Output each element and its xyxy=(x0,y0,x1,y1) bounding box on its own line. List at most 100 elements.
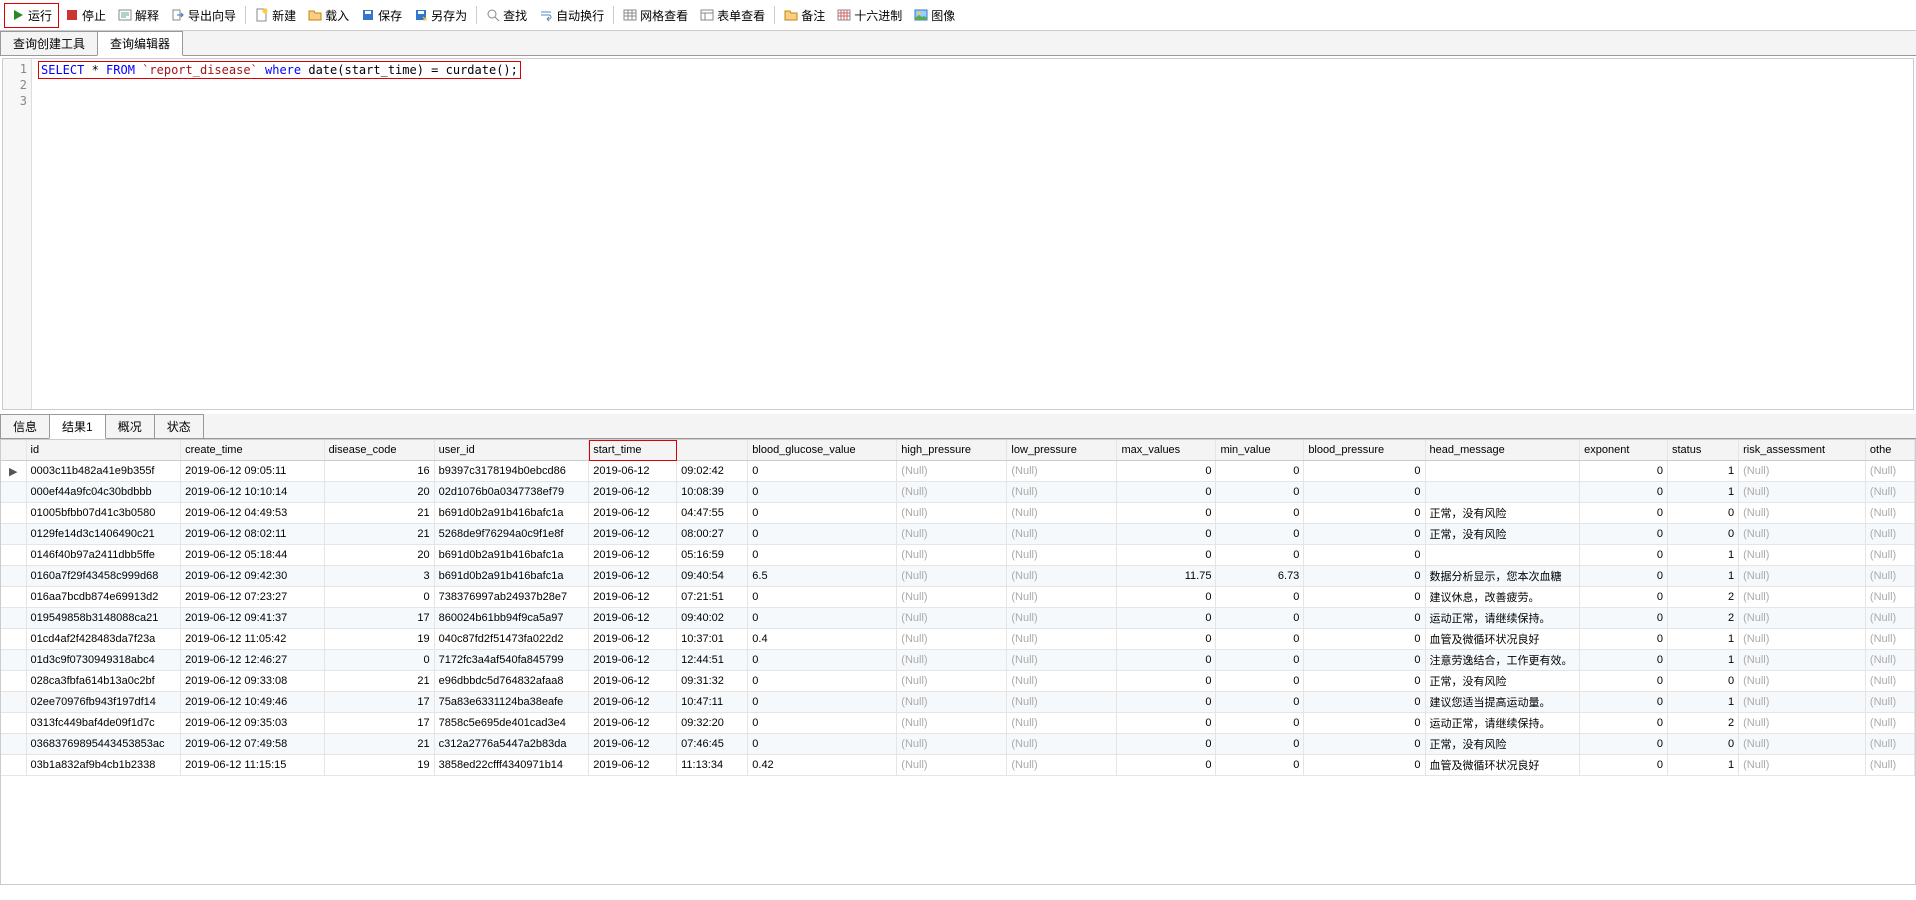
stop-button[interactable]: 停止 xyxy=(59,4,112,27)
cell-rowmark[interactable]: 05:16:59 xyxy=(677,545,748,566)
cell-status[interactable]: 1 xyxy=(1667,482,1738,503)
explain-button[interactable]: 解释 xyxy=(112,4,165,27)
cell-risk_assessment[interactable]: (Null) xyxy=(1739,503,1866,524)
cell-max_values[interactable]: 0 xyxy=(1117,713,1216,734)
new-button[interactable]: 新建 xyxy=(249,4,302,27)
cell-start_time[interactable]: 2019-06-12 xyxy=(589,461,677,482)
col-high_pressure[interactable]: high_pressure xyxy=(897,440,1007,461)
cell-rowmark[interactable] xyxy=(1,524,26,545)
cell-user_id[interactable]: 040c87fd2f51473fa022d2 xyxy=(434,629,589,650)
cell-max_values[interactable]: 0 xyxy=(1117,671,1216,692)
tab-result1[interactable]: 结果1 xyxy=(49,414,106,439)
cell-high_pressure[interactable]: (Null) xyxy=(897,566,1007,587)
notes-button[interactable]: 备注 xyxy=(778,4,831,27)
cell-risk_assessment[interactable]: (Null) xyxy=(1739,545,1866,566)
cell-status[interactable]: 2 xyxy=(1667,587,1738,608)
cell-high_pressure[interactable]: (Null) xyxy=(897,608,1007,629)
cell-create_time[interactable]: 2019-06-12 11:05:42 xyxy=(181,629,324,650)
cell-high_pressure[interactable]: (Null) xyxy=(897,545,1007,566)
cell-rowmark[interactable]: 12:44:51 xyxy=(677,650,748,671)
cell-rowmark[interactable] xyxy=(1,608,26,629)
cell-disease_code[interactable]: 16 xyxy=(324,461,434,482)
export-button[interactable]: 导出向导 xyxy=(165,4,242,27)
result-grid-wrap[interactable]: idcreate_timedisease_codeuser_idstart_ti… xyxy=(0,439,1916,885)
cell-create_time[interactable]: 2019-06-12 05:18:44 xyxy=(181,545,324,566)
cell-disease_code[interactable]: 20 xyxy=(324,482,434,503)
cell-status[interactable]: 1 xyxy=(1667,461,1738,482)
cell-rowmark[interactable] xyxy=(1,692,26,713)
cell-id[interactable]: 0146f40b97a2411dbb5ffe xyxy=(26,545,181,566)
find-button[interactable]: 查找 xyxy=(480,4,533,27)
cell-id[interactable]: 016aa7bcdb874e69913d2 xyxy=(26,587,181,608)
cell-high_pressure[interactable]: (Null) xyxy=(897,734,1007,755)
cell-max_values[interactable]: 0 xyxy=(1117,692,1216,713)
tab-query-editor[interactable]: 查询编辑器 xyxy=(97,31,183,56)
cell-blood_pressure[interactable]: 0 xyxy=(1304,629,1425,650)
cell-max_values[interactable]: 0 xyxy=(1117,524,1216,545)
col-exponent[interactable]: exponent xyxy=(1580,440,1668,461)
cell-risk_assessment[interactable]: (Null) xyxy=(1739,461,1866,482)
cell-create_time[interactable]: 2019-06-12 08:02:11 xyxy=(181,524,324,545)
cell-blood_glucose_value[interactable]: 0.42 xyxy=(748,755,897,776)
cell-head_message[interactable]: 正常，没有风险 xyxy=(1425,524,1580,545)
cell-othe[interactable]: (Null) xyxy=(1865,524,1914,545)
cell-exponent[interactable]: 0 xyxy=(1580,671,1668,692)
cell-blood_glucose_value[interactable]: 0 xyxy=(748,524,897,545)
cell-othe[interactable]: (Null) xyxy=(1865,671,1914,692)
cell-rowmark[interactable]: 04:47:55 xyxy=(677,503,748,524)
cell-head_message[interactable]: 数据分析显示，您本次血糖 xyxy=(1425,566,1580,587)
cell-othe[interactable]: (Null) xyxy=(1865,713,1914,734)
cell-status[interactable]: 0 xyxy=(1667,734,1738,755)
cell-user_id[interactable]: b691d0b2a91b416bafc1a xyxy=(434,545,589,566)
tab-info[interactable]: 信息 xyxy=(0,414,50,438)
cell-blood_glucose_value[interactable]: 0.4 xyxy=(748,629,897,650)
cell-user_id[interactable]: 75a83e6331124ba38eafe xyxy=(434,692,589,713)
cell-start_time[interactable]: 2019-06-12 xyxy=(589,650,677,671)
cell-max_values[interactable]: 0 xyxy=(1117,545,1216,566)
cell-othe[interactable]: (Null) xyxy=(1865,461,1914,482)
table-row[interactable]: 0146f40b97a2411dbb5ffe2019-06-12 05:18:4… xyxy=(1,545,1915,566)
table-row[interactable]: 016aa7bcdb874e69913d22019-06-12 07:23:27… xyxy=(1,587,1915,608)
cell-min_value[interactable]: 0 xyxy=(1216,503,1304,524)
cell-low_pressure[interactable]: (Null) xyxy=(1007,524,1117,545)
cell-head_message[interactable] xyxy=(1425,482,1580,503)
cell-status[interactable]: 1 xyxy=(1667,692,1738,713)
cell-blood_glucose_value[interactable]: 0 xyxy=(748,503,897,524)
cell-rowmark[interactable]: 09:02:42 xyxy=(677,461,748,482)
cell-risk_assessment[interactable]: (Null) xyxy=(1739,608,1866,629)
cell-rowmark[interactable]: 09:31:32 xyxy=(677,671,748,692)
cell-disease_code[interactable]: 0 xyxy=(324,587,434,608)
cell-rowmark[interactable]: 07:21:51 xyxy=(677,587,748,608)
cell-low_pressure[interactable]: (Null) xyxy=(1007,692,1117,713)
cell-blood_glucose_value[interactable]: 0 xyxy=(748,587,897,608)
cell-disease_code[interactable]: 3 xyxy=(324,566,434,587)
cell-create_time[interactable]: 2019-06-12 04:49:53 xyxy=(181,503,324,524)
cell-blood_pressure[interactable]: 0 xyxy=(1304,671,1425,692)
cell-disease_code[interactable]: 21 xyxy=(324,734,434,755)
cell-exponent[interactable]: 0 xyxy=(1580,545,1668,566)
cell-start_time[interactable]: 2019-06-12 xyxy=(589,524,677,545)
cell-disease_code[interactable]: 17 xyxy=(324,608,434,629)
cell-rowmark[interactable] xyxy=(1,503,26,524)
col-min_value[interactable]: min_value xyxy=(1216,440,1304,461)
cell-disease_code[interactable]: 0 xyxy=(324,650,434,671)
cell-rowmark[interactable]: 08:00:27 xyxy=(677,524,748,545)
cell-risk_assessment[interactable]: (Null) xyxy=(1739,629,1866,650)
cell-min_value[interactable]: 0 xyxy=(1216,524,1304,545)
cell-min_value[interactable]: 0 xyxy=(1216,671,1304,692)
cell-status[interactable]: 0 xyxy=(1667,524,1738,545)
cell-exponent[interactable]: 0 xyxy=(1580,503,1668,524)
cell-rowmark[interactable] xyxy=(1,734,26,755)
cell-blood_glucose_value[interactable]: 0 xyxy=(748,461,897,482)
cell-low_pressure[interactable]: (Null) xyxy=(1007,503,1117,524)
cell-id[interactable]: 000ef44a9fc04c30bdbbb xyxy=(26,482,181,503)
cell-head_message[interactable]: 建议您适当提高运动量。 xyxy=(1425,692,1580,713)
cell-user_id[interactable]: b691d0b2a91b416bafc1a xyxy=(434,566,589,587)
cell-rowmark[interactable]: 10:47:11 xyxy=(677,692,748,713)
cell-min_value[interactable]: 0 xyxy=(1216,713,1304,734)
cell-high_pressure[interactable]: (Null) xyxy=(897,482,1007,503)
cell-create_time[interactable]: 2019-06-12 12:46:27 xyxy=(181,650,324,671)
cell-disease_code[interactable]: 17 xyxy=(324,713,434,734)
cell-create_time[interactable]: 2019-06-12 10:49:46 xyxy=(181,692,324,713)
cell-min_value[interactable]: 0 xyxy=(1216,545,1304,566)
